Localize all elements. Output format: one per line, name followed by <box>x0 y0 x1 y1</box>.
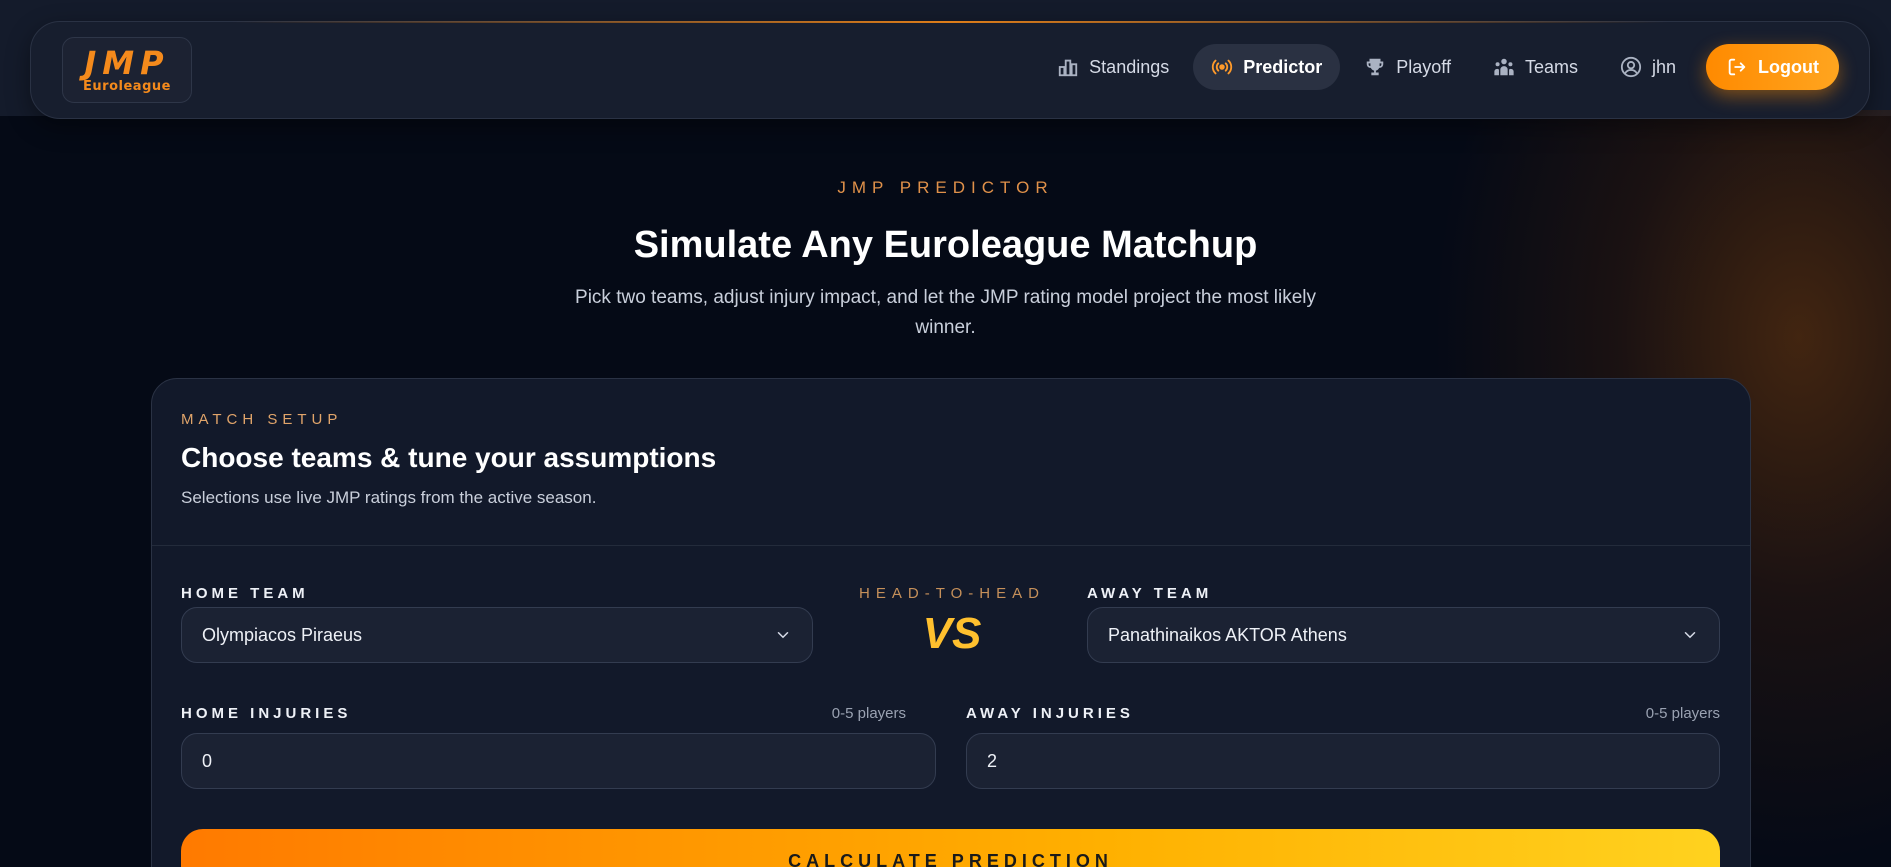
calculate-prediction-button[interactable]: CALCULATE PREDICTION <box>181 829 1720 867</box>
user-icon <box>1620 56 1642 78</box>
away-injuries-value: 2 <box>987 750 998 771</box>
card-title: Choose teams & tune your assumptions <box>181 442 717 473</box>
nav-item-label: jhn <box>1651 56 1677 77</box>
away-team-label: AWAY TEAM <box>1087 585 1213 602</box>
trophy-icon <box>1367 58 1384 76</box>
logout-icon <box>1728 58 1746 76</box>
home-injuries-label: HOME INJURIES <box>181 705 352 722</box>
vs-label: VS <box>922 609 982 658</box>
logout-button[interactable]: Logout <box>1706 44 1839 90</box>
home-team-select[interactable]: Olympiacos Piraeus <box>181 607 813 663</box>
away-injuries-label: AWAY INJURIES <box>966 705 1134 722</box>
match-setup-card: MATCH SETUP Choose teams & tune your ass… <box>151 378 1751 867</box>
broadcast-icon <box>1212 59 1233 75</box>
nav-item-playoff[interactable]: Playoff <box>1346 44 1469 90</box>
head-to-head-label: HEAD-TO-HEAD <box>859 585 1045 602</box>
home-injuries-hint: 0-5 players <box>831 705 906 722</box>
calculate-label: CALCULATE PREDICTION <box>788 851 1113 867</box>
nav-menu: Standings Predictor Playoff Teams jhn Lo… <box>1039 44 1839 90</box>
nav-item-label: Standings <box>1089 56 1170 77</box>
teams-icon <box>1494 58 1514 76</box>
card-header: MATCH SETUP Choose teams & tune your ass… <box>152 379 1750 546</box>
nav-item-predictor[interactable]: Predictor <box>1193 44 1341 90</box>
brand-logo[interactable]: JMP Euroleague <box>62 37 192 103</box>
chevron-down-icon <box>777 632 789 639</box>
nav-item-label: Teams <box>1524 56 1578 77</box>
page-title: Simulate Any Euroleague Matchup <box>633 224 1258 266</box>
nav-item-label: Predictor <box>1243 56 1323 77</box>
card-subtitle: Selections use live JMP ratings from the… <box>181 488 597 507</box>
chevron-down-icon <box>1684 632 1696 639</box>
logout-label: Logout <box>1758 56 1819 77</box>
card-eyebrow: MATCH SETUP <box>181 411 343 428</box>
logo-main-text: JMP <box>84 43 170 82</box>
away-team-value: Panathinaikos AKTOR Athens <box>1108 624 1347 645</box>
away-injuries-hint: 0-5 players <box>1645 705 1720 722</box>
hero-subtitle: Pick two teams, adjust injury impact, an… <box>575 287 1316 338</box>
home-team-value: Olympiacos Piraeus <box>202 624 363 645</box>
nav-item-user[interactable]: jhn <box>1602 44 1694 90</box>
hero-eyebrow: JMP PREDICTOR <box>837 178 1054 197</box>
home-injuries-value: 0 <box>202 750 213 771</box>
home-team-label: HOME TEAM <box>181 585 309 602</box>
logo-sub-text: Euroleague <box>83 78 171 94</box>
nav-item-teams[interactable]: Teams <box>1475 44 1596 90</box>
nav-item-standings[interactable]: Standings <box>1039 44 1187 90</box>
away-team-select[interactable]: Panathinaikos AKTOR Athens <box>1087 607 1720 663</box>
away-injuries-input[interactable]: 2 <box>966 733 1720 789</box>
standings-icon <box>1059 59 1078 77</box>
hero-section: JMP PREDICTOR Simulate Any Euroleague Ma… <box>0 178 1891 343</box>
navbar: JMP Euroleague Standings Predictor Playo… <box>30 21 1870 119</box>
nav-item-label: Playoff <box>1396 56 1451 77</box>
home-injuries-input[interactable]: 0 <box>181 733 936 789</box>
